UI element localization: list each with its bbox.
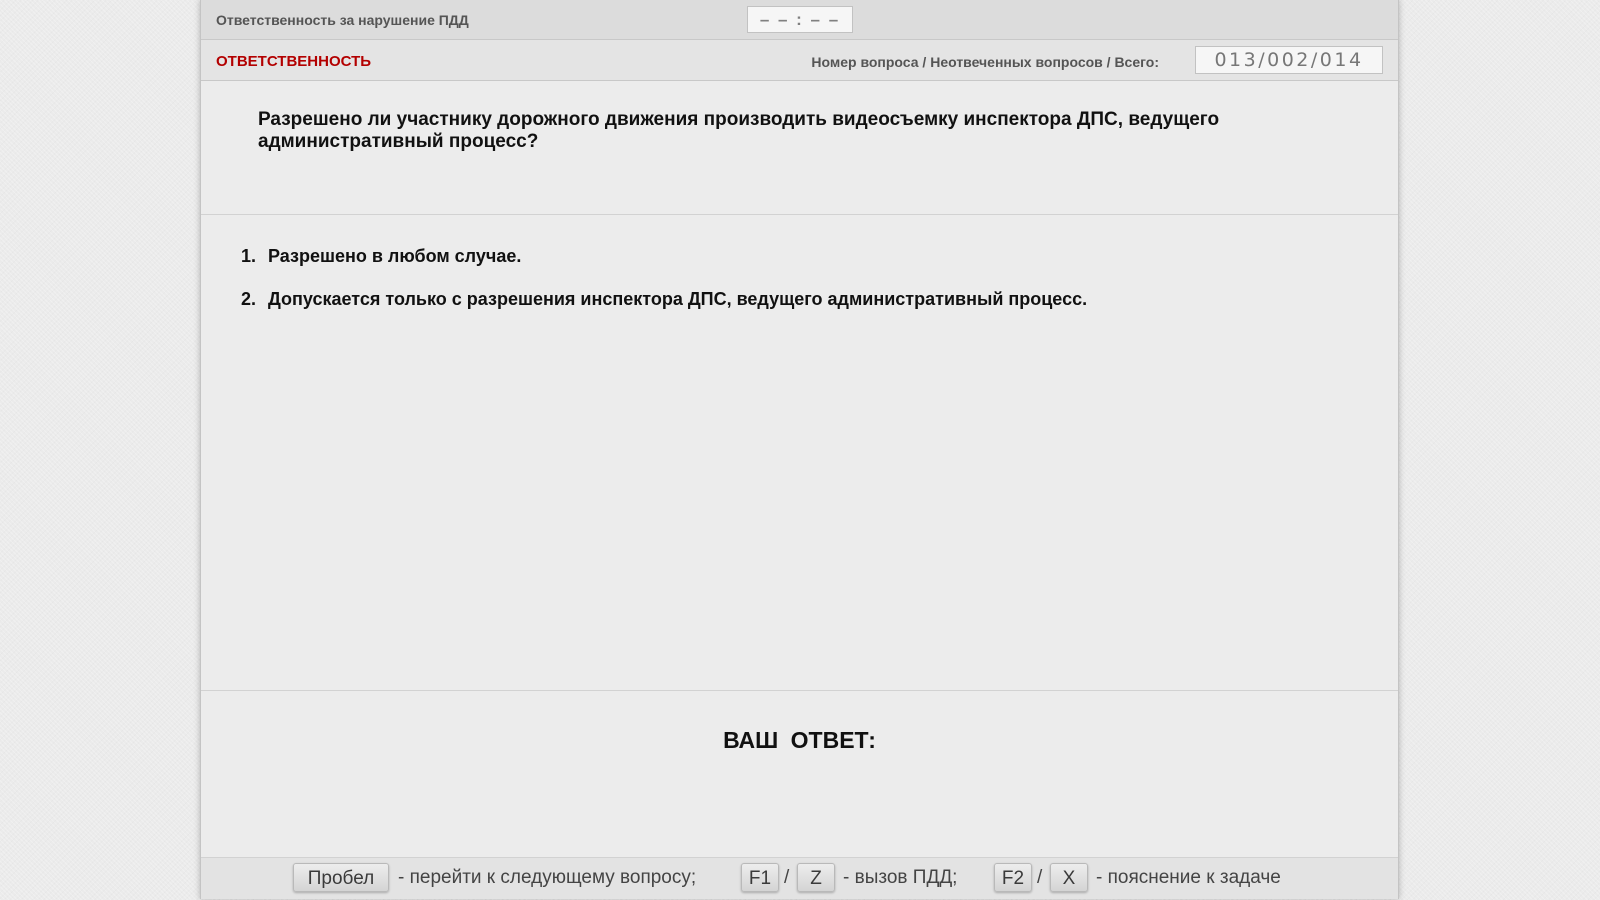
info-bar: ОТВЕТСТВЕННОСТЬ Номер вопроса / Неотвече… bbox=[201, 40, 1398, 81]
next-question-hint: - перейти к следующему вопросу; bbox=[398, 867, 697, 888]
f2-key-button[interactable]: F2 bbox=[994, 863, 1032, 892]
exam-window: Ответственность за нарушение ПДД – – : –… bbox=[200, 0, 1399, 899]
f1-key-button[interactable]: F1 bbox=[741, 863, 779, 892]
top-bar: Ответственность за нарушение ПДД – – : –… bbox=[201, 0, 1398, 40]
question-counter-label: Номер вопроса / Неотвеченных вопросов / … bbox=[811, 54, 1159, 70]
your-answer-label: ВАШ ОТВЕТ: bbox=[723, 727, 876, 753]
rules-hint: - вызов ПДД; bbox=[843, 867, 958, 888]
timer-display: – – : – – bbox=[747, 6, 853, 33]
hotkeys-bar: Пробел - перейти к следующему вопросу; F… bbox=[201, 858, 1398, 899]
space-key-button[interactable]: Пробел bbox=[293, 863, 389, 892]
question-text: Разрешено ли участнику дорожного движени… bbox=[258, 109, 1220, 152]
your-answer-area: ВАШ ОТВЕТ: bbox=[201, 691, 1398, 858]
key-separator: / bbox=[1037, 867, 1043, 888]
category-label: ОТВЕТСТВЕННОСТЬ bbox=[216, 53, 372, 70]
answer-number: 1. bbox=[241, 246, 257, 266]
answer-option-1[interactable]: 1. Разрешено в любом случае. bbox=[241, 246, 521, 267]
answer-text: Допускается только с разрешения инспекто… bbox=[268, 289, 1088, 309]
z-key-button[interactable]: Z bbox=[797, 863, 835, 892]
question-area: Разрешено ли участнику дорожного движени… bbox=[201, 81, 1398, 215]
answer-number: 2. bbox=[241, 289, 257, 309]
explanation-hint: - пояснение к задаче bbox=[1096, 867, 1281, 888]
topic-title: Ответственность за нарушение ПДД bbox=[216, 12, 469, 28]
answers-list: 1. Разрешено в любом случае. 2. Допускаетс… bbox=[201, 215, 1398, 691]
question-counter: 013/002/014 bbox=[1195, 46, 1383, 74]
x-key-button[interactable]: X bbox=[1050, 863, 1088, 892]
answer-text: Разрешено в любом случае. bbox=[268, 246, 522, 266]
answer-option-2[interactable]: 2. Допускается только с разрешения инспек… bbox=[241, 289, 1087, 310]
key-separator: / bbox=[784, 867, 790, 888]
